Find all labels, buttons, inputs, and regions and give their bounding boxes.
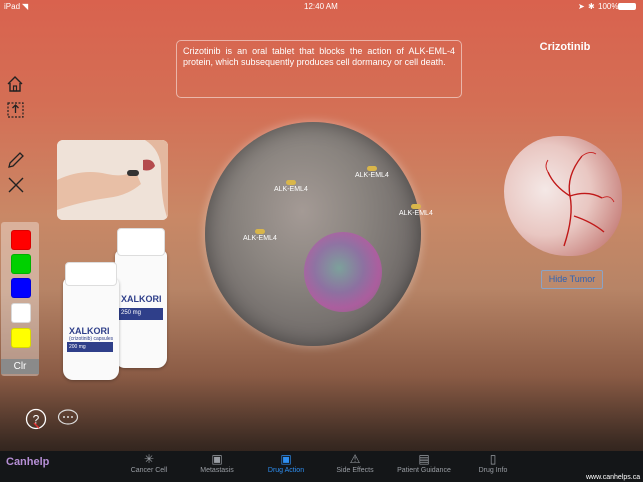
tab-patient-guidance[interactable]: ▤ Patient Guidance (394, 452, 454, 474)
bluetooth-icon: ✱ (588, 2, 595, 11)
tab-bar: ✳ Cancer Cell ▣ Metastasis ▣ Drug Action ⚠ S… (0, 451, 643, 482)
cell-icon: ✳ (143, 452, 155, 466)
tab-side-effects[interactable]: ⚠ Side Effects (325, 452, 385, 474)
description-box: Crizotinib is an oral tablet that blocks… (176, 40, 462, 98)
tab-cancer-cell[interactable]: ✳ Cancer Cell (119, 452, 179, 474)
receptor-label: ALK-EML4 (274, 180, 308, 193)
status-bar: iPad ◥ 12:40 AM ➤ ✱ 100% (0, 0, 643, 14)
color-swatch-blue[interactable] (11, 278, 31, 298)
receptor-label: ALK-EML4 (399, 204, 433, 217)
tab-drug-action[interactable]: ▣ Drug Action (256, 452, 316, 474)
clipboard-icon: ▤ (418, 452, 430, 466)
home-icon[interactable] (5, 74, 25, 94)
color-swatch-red[interactable] (11, 230, 31, 250)
website-url: www.canhelps.ca (586, 474, 641, 481)
color-swatch-white[interactable] (11, 303, 31, 323)
tab-metastasis[interactable]: ▣ Metastasis (187, 452, 247, 474)
film-icon: ▣ (211, 452, 223, 466)
receptor-label: ALK-EML4 (355, 166, 389, 179)
status-time: 12:40 AM (304, 2, 338, 11)
receptor-label: ALK-EML4 (243, 229, 277, 242)
pill-intake-image (57, 140, 168, 220)
warning-icon: ⚠ (349, 452, 361, 466)
cell-nucleus (304, 232, 382, 312)
canhelp-logo[interactable]: Canhelp (6, 456, 49, 468)
hide-tumor-button[interactable]: Hide Tumor (541, 270, 603, 289)
chat-icon[interactable] (57, 408, 79, 428)
color-palette (1, 222, 39, 376)
help-icon[interactable]: ? (25, 408, 47, 430)
tab-drug-info[interactable]: ▯ Drug Info (463, 452, 523, 474)
tumor-model[interactable] (504, 136, 622, 256)
clear-button[interactable]: Clr (1, 359, 39, 374)
cancer-cell-model[interactable] (205, 122, 421, 346)
share-icon[interactable] (6, 100, 25, 119)
color-swatch-green[interactable] (11, 254, 31, 274)
pencil-icon[interactable] (6, 150, 26, 170)
location-icon: ➤ (578, 2, 585, 11)
close-icon[interactable] (6, 175, 26, 195)
drug-title: Crizotinib (539, 41, 591, 53)
device-name: iPad (4, 2, 21, 11)
xalkori-bottles-image: XALKORI 250 mg XALKORI (crizotinib) caps… (63, 228, 171, 380)
wifi-icon: ◥ (22, 2, 29, 11)
battery-icon (618, 3, 636, 10)
pill-bag-icon: ▣ (280, 452, 292, 466)
battery-percent: 100% (598, 2, 619, 11)
document-icon: ▯ (489, 452, 497, 466)
color-swatch-yellow[interactable] (11, 328, 31, 348)
